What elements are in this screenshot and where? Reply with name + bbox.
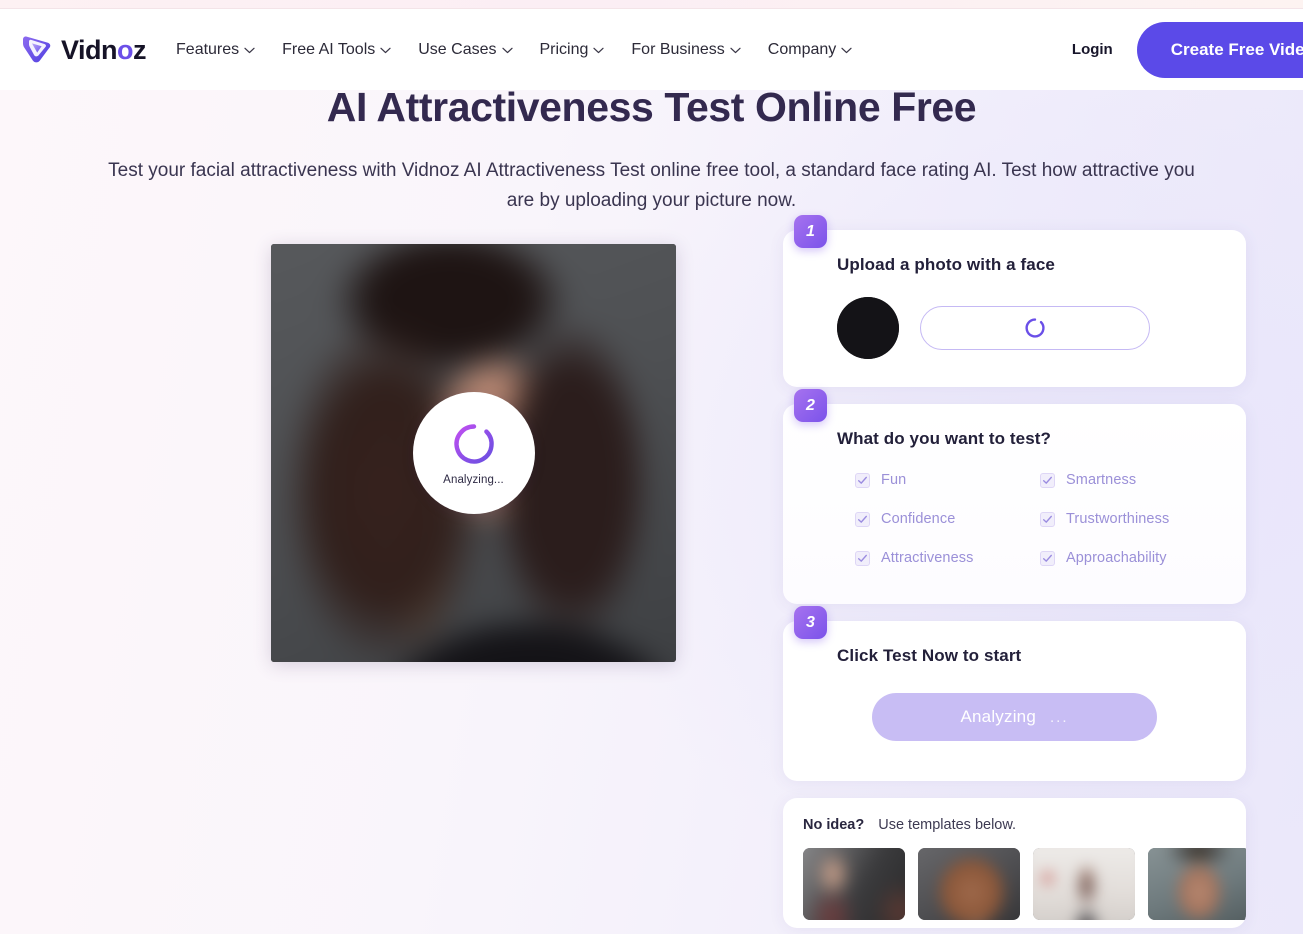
template-thumbnail-1[interactable] (803, 848, 905, 920)
option-attractiveness[interactable]: Attractiveness (855, 550, 1040, 566)
templates-header: No idea? Use templates below. (803, 817, 1226, 833)
logo-name-prefix: Vidn (61, 35, 118, 65)
chevron-down-icon (841, 47, 852, 54)
option-label-confidence: Confidence (881, 511, 956, 527)
loading-spinner-icon (451, 421, 497, 467)
nav-item-company[interactable]: Company (768, 41, 852, 59)
nav-item-pricing[interactable]: Pricing (540, 41, 605, 59)
templates-hint-text: Use templates below. (878, 817, 1017, 833)
step-title-start: Click Test Now to start (837, 646, 1022, 665)
nav-label-use-cases: Use Cases (418, 40, 497, 58)
analyzing-overlay: Analyzing... (412, 392, 535, 514)
site-header: Vidnoz Features Free AI Tools Use Cases … (0, 9, 1303, 90)
template-image-3 (1033, 848, 1135, 920)
nav-item-free-ai-tools[interactable]: Free AI Tools (282, 41, 391, 59)
step-title-options: What do you want to test? (837, 429, 1052, 448)
test-options-grid: Fun Smartness Confidence Trustworthiness (783, 449, 1246, 566)
nav-label-pricing: Pricing (539, 40, 589, 58)
upload-photo-button[interactable] (920, 306, 1150, 350)
promo-banner-strip (0, 0, 1303, 9)
checkbox-checked-icon[interactable] (1040, 472, 1055, 488)
chevron-down-icon (380, 47, 391, 54)
create-free-button[interactable]: Create Free Video (1136, 21, 1303, 78)
step-title-upload: Upload a photo with a face (837, 255, 1055, 274)
option-label-attractiveness: Attractiveness (881, 550, 974, 566)
analyzing-status-label: Analyzing... (443, 473, 504, 486)
vidnoz-logo-icon (20, 33, 54, 67)
template-thumbnail-2[interactable] (918, 848, 1020, 920)
option-confidence[interactable]: Confidence (855, 511, 1040, 527)
step-badge-3: 3 (794, 606, 827, 639)
template-thumbnail-3[interactable] (1033, 848, 1135, 920)
step-card-start: 3 Click Test Now to start Analyzing ... (783, 606, 1246, 781)
nav-label-free-ai-tools: Free AI Tools (282, 40, 376, 58)
option-trustworthiness[interactable]: Trustworthiness (1040, 511, 1246, 527)
test-now-button[interactable]: Analyzing ... (872, 693, 1157, 741)
step-badge-2: 2 (794, 389, 827, 422)
step-badge-1: 1 (794, 215, 827, 248)
logo-name-suffix: z (133, 35, 147, 65)
option-label-smartness: Smartness (1066, 472, 1137, 488)
option-approachability[interactable]: Approachability (1040, 550, 1246, 566)
template-image-4 (1148, 848, 1246, 920)
checkbox-checked-icon[interactable] (855, 472, 870, 488)
checkbox-checked-icon[interactable] (1040, 511, 1055, 527)
step-card-options: 2 What do you want to test? Fun Smartnes… (783, 389, 1246, 604)
nav-item-use-cases[interactable]: Use Cases (418, 40, 513, 59)
photo-preview-panel: Analyzing... (271, 244, 676, 662)
vidnoz-logo-text: Vidnoz (61, 35, 147, 65)
header-actions: Login Create Free Video (1072, 21, 1303, 78)
checkbox-checked-icon[interactable] (855, 511, 870, 527)
chevron-down-icon (244, 47, 255, 54)
nav-label-features: Features (176, 40, 240, 58)
step-card-upload: 1 Upload a photo with a face (783, 215, 1246, 387)
chevron-down-icon (730, 47, 741, 54)
templates-card: No idea? Use templates below. (783, 798, 1246, 928)
templates-lead-text: No idea? (803, 817, 865, 833)
login-link[interactable]: Login (1072, 41, 1113, 58)
vidnoz-logo[interactable]: Vidnoz (20, 33, 147, 67)
option-label-trustworthiness: Trustworthiness (1066, 511, 1170, 527)
logo-name-accent: o (117, 35, 134, 65)
chevron-down-icon (593, 47, 605, 54)
template-image-2 (918, 848, 1020, 920)
option-label-fun: Fun (881, 472, 907, 488)
page-title: AI Attractiveness Test Online Free (326, 84, 977, 130)
thumbnail-portrait-image (837, 297, 899, 359)
nav-label-company: Company (767, 40, 837, 58)
nav-item-features[interactable]: Features (176, 41, 255, 59)
loading-dots: ... (1050, 708, 1069, 726)
uploaded-photo-thumbnail[interactable] (837, 297, 899, 359)
template-image-1 (803, 848, 905, 920)
nav-item-for-business[interactable]: For Business (631, 40, 741, 59)
main-navigation: Features Free AI Tools Use Cases Pricing… (176, 41, 852, 59)
test-now-button-label: Analyzing (960, 707, 1036, 726)
option-fun[interactable]: Fun (855, 472, 1040, 488)
checkbox-checked-icon[interactable] (855, 550, 870, 566)
upload-row (783, 275, 1246, 359)
chevron-down-icon (501, 47, 513, 54)
loading-spinner-icon (1024, 317, 1046, 339)
hero-section: AI Attractiveness Test Online Free Test … (0, 84, 1303, 215)
steps-column: 1 Upload a photo with a face 2 What do y… (783, 215, 1246, 928)
nav-label-for-business: For Business (631, 40, 725, 58)
main-content: Analyzing... 1 Upload a photo with a fac… (0, 215, 1303, 934)
templates-row (803, 848, 1246, 920)
template-thumbnail-4[interactable] (1148, 848, 1246, 920)
option-label-approachability: Approachability (1066, 550, 1167, 566)
option-smartness[interactable]: Smartness (1040, 472, 1246, 488)
page-subtitle: Test your facial attractiveness with Vid… (108, 160, 1195, 211)
checkbox-checked-icon[interactable] (1040, 550, 1055, 566)
